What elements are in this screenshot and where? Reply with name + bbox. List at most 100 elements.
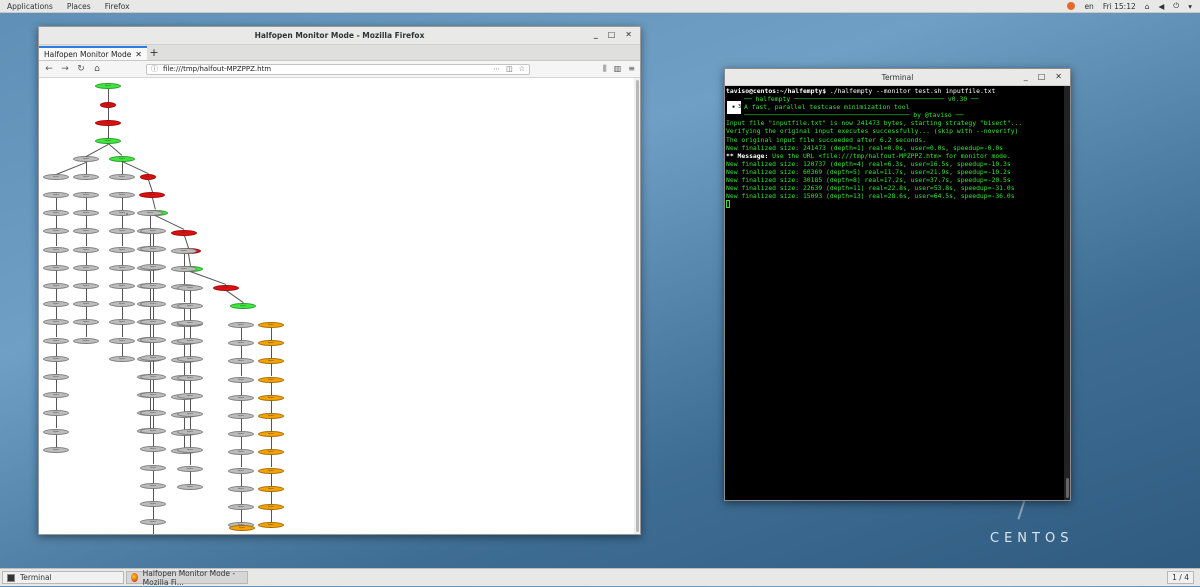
library-icon[interactable]: ⫼ [603,64,607,74]
graph-edge [150,361,151,374]
terminal-scroll-thumb[interactable] [1066,478,1069,498]
graph-edge [184,417,185,430]
minimize-icon[interactable]: _ [594,30,598,39]
terminal-icon [7,573,15,582]
graph-edge [122,289,123,301]
graph-edge [108,126,109,138]
graph-edge [271,328,272,340]
graph-edge [153,234,154,246]
sidebar-icon[interactable]: ▥ [614,64,622,74]
forward-icon[interactable]: → [60,64,70,74]
graph-edge [153,434,154,447]
graph-edge [122,343,123,356]
graph-edge [184,381,185,394]
page-actions-icon[interactable]: ⋯ [493,65,500,73]
graph-edge [150,398,151,410]
graph-node: bytes [177,483,203,490]
graph-edge [152,197,156,210]
new-tab-button[interactable]: + [147,46,161,60]
terminal-cursor [726,200,730,209]
graph-edge [86,144,109,157]
menu-down-icon[interactable]: ▾ [1188,2,1192,11]
tab-halfopen-monitor[interactable]: Halfopen Monitor Mode ✕ [39,46,147,60]
terminal-output[interactable]: taviso@centos:~/halfempty$ ./halfempty -… [725,86,1064,500]
hamburger-menu-icon[interactable]: ≡ [628,64,635,74]
top-bar: Applications Places Firefox en Fri 15:12… [0,0,1200,13]
graph-edge [86,162,87,174]
banner-line2: A fast, parallel testcase minimization t… [744,103,910,112]
graph-edge [86,289,87,301]
graph-edge [108,143,123,156]
firefox-app-menu[interactable]: Firefox [98,2,137,11]
volume-icon[interactable]: ◀ [1159,2,1165,11]
graph-edge [153,325,154,337]
graph-edge [56,289,57,301]
keyboard-layout[interactable]: en [1084,2,1093,11]
graph-edge [108,89,109,102]
taskbar: Terminal Halfopen Monitor Mode - Mozilla… [0,568,1200,587]
back-icon[interactable]: ← [44,64,54,74]
graph-edge [190,398,191,411]
message-text: Use the URL <file:///tmp/halfout-MPZPPZ.… [768,151,1011,160]
taskbar-terminal[interactable]: Terminal [2,571,124,584]
graph-edge [241,473,242,486]
graph-edge [150,307,151,319]
graph-edge [184,254,185,266]
banner: ▪ 3 ── halfempty ────────────────────────… [726,95,1063,119]
graph-edge [122,161,149,174]
graph-edge [56,307,57,320]
maximize-icon[interactable]: □ [608,30,616,39]
firefox-titlebar[interactable]: Halfopen Monitor Mode - Mozilla Firefox … [39,27,640,45]
graph-edge [190,471,191,484]
terminal-close-icon[interactable]: ✕ [1055,72,1062,81]
clock[interactable]: Fri 15:12 [1103,2,1136,11]
graph-edge [241,510,242,522]
pocket-icon[interactable]: ◫ [506,65,513,73]
graph-node: bytes [43,446,69,453]
graph-edge [188,253,191,266]
graph-edge [86,234,87,247]
graph-edge [56,343,57,356]
graph-edge [56,398,57,411]
power-icon[interactable]: ⏻ [1173,1,1179,11]
scroll-thumb[interactable] [635,80,639,532]
workspace-pager[interactable]: 1 / 4 [1167,571,1194,584]
graph-edge [271,382,272,395]
graph-edge [190,453,191,466]
graph-edge [190,326,191,338]
graph-edge [122,252,123,265]
terminal-minimize-icon[interactable]: _ [1024,72,1028,81]
graph-node: bytes [43,174,69,180]
applications-menu[interactable]: Applications [0,2,60,11]
close-icon[interactable]: ✕ [625,30,632,39]
graph-edge [184,235,189,248]
terminal-maximize-icon[interactable]: □ [1038,72,1046,81]
graph-edge [153,343,154,356]
graph-edge [150,416,151,429]
network-icon[interactable]: ⌂ [1145,2,1150,11]
tab-close-icon[interactable]: ✕ [135,50,142,59]
graph-edge [153,416,154,428]
url-text[interactable]: file:///tmp/halfout-MPZPPZ.htm [163,65,271,73]
graph-edge [56,380,57,392]
tab-strip: Halfopen Monitor Mode ✕ + [39,45,640,61]
user-icon[interactable] [1067,2,1076,10]
terminal-titlebar[interactable]: Terminal _ □ ✕ [725,69,1070,86]
graph-node: bytes [229,525,255,531]
page-info-icon[interactable]: ⓘ [151,64,158,74]
terminal-window: Terminal _ □ ✕ taviso@centos:~/halfempty… [724,68,1071,501]
home-icon[interactable]: ⌂ [92,64,102,74]
bookmark-star-icon[interactable]: ☆ [519,65,525,73]
graph-edge [86,325,87,338]
graph-edge [108,108,109,120]
places-menu[interactable]: Places [60,2,98,11]
graph-edge [241,364,242,377]
terminal-scrollbar[interactable] [1064,86,1070,500]
graph-edge [153,525,154,534]
graph-edge [56,416,57,429]
reload-icon[interactable]: ↻ [76,64,86,74]
url-bar[interactable]: ⓘ file:///tmp/halfout-MPZPPZ.htm ⋯ ◫ ☆ [146,63,530,75]
taskbar-firefox[interactable]: Halfopen Monitor Mode - Mozilla Fi... [126,569,248,587]
page-scrollbar[interactable] [634,78,640,534]
graph-edge [153,507,154,519]
